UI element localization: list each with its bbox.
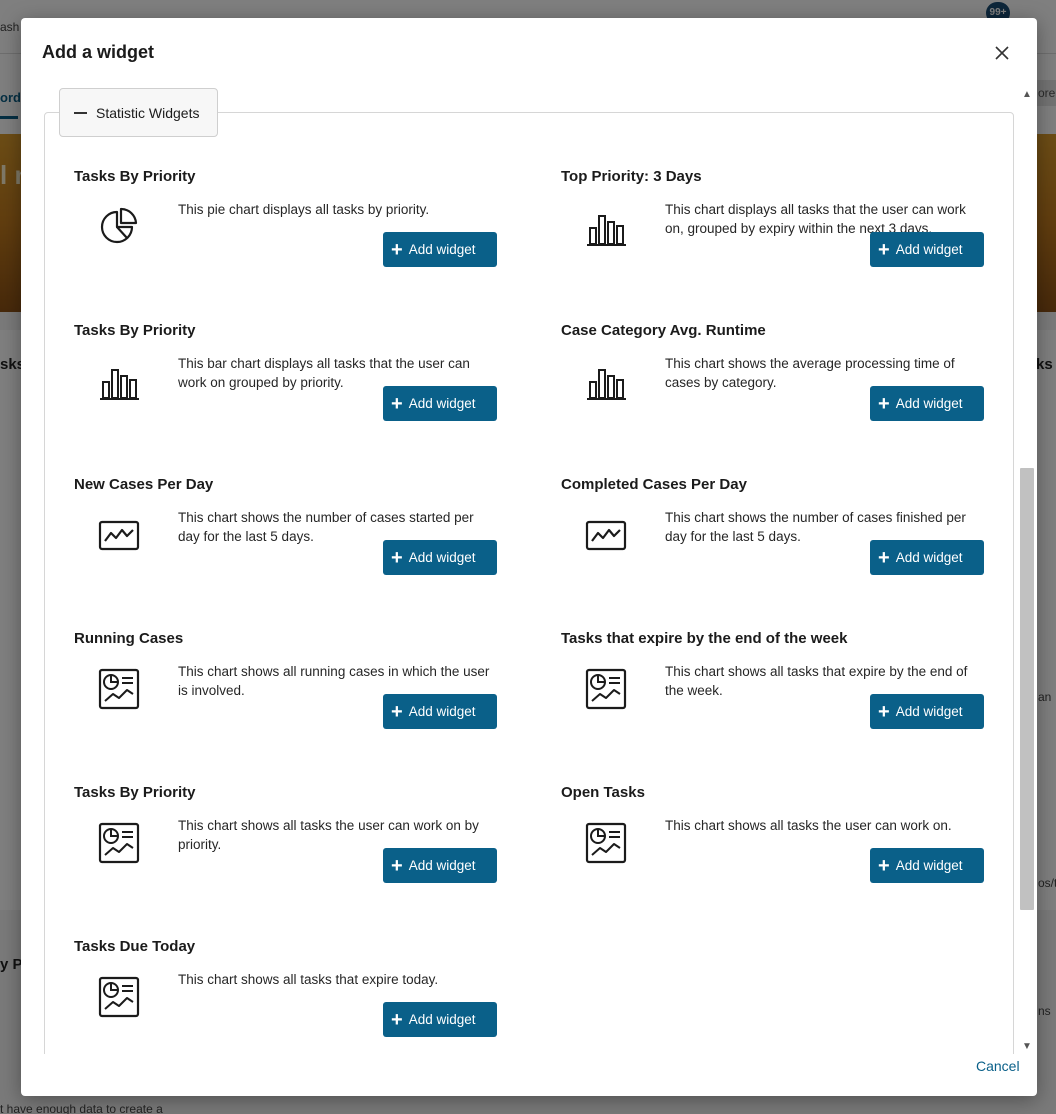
add-widget-label: Add widget [408, 550, 476, 565]
add-widget-label: Add widget [895, 242, 963, 257]
add-widget-button[interactable]: + Add widget [870, 848, 984, 883]
widget-title: New Cases Per Day [74, 476, 214, 493]
widget-title: Tasks By Priority [74, 322, 196, 339]
plus-icon: + [391, 238, 403, 261]
widget-card: Open Tasks This chart shows all tasks the… [561, 784, 986, 904]
add-widget-label: Add widget [895, 550, 963, 565]
report-chart-icon [98, 822, 140, 864]
close-icon [995, 46, 1009, 60]
widget-card: Tasks By Priority This bar chart displays… [74, 322, 499, 442]
plus-icon: + [391, 700, 403, 723]
widget-title: Tasks By Priority [74, 168, 196, 185]
widget-card: Completed Cases Per Day This chart shows … [561, 476, 986, 596]
add-widget-label: Add widget [408, 396, 476, 411]
widget-title: Completed Cases Per Day [561, 476, 747, 493]
widget-title: Running Cases [74, 630, 184, 647]
scrollbar[interactable]: ▲ ▼ [1020, 88, 1034, 1056]
add-widget-label: Add widget [895, 704, 963, 719]
cancel-link[interactable]: Cancel [976, 1058, 1020, 1074]
plus-icon: + [878, 546, 890, 569]
widget-card: Running Cases This chart shows all runnin… [74, 630, 499, 750]
plus-icon: + [878, 238, 890, 261]
add-widget-button[interactable]: + Add widget [383, 1002, 497, 1037]
widget-card: Tasks By Priority This pie chart displays… [74, 168, 499, 288]
report-chart-icon [98, 668, 140, 710]
report-chart-icon [585, 668, 627, 710]
add-widget-button[interactable]: + Add widget [870, 386, 984, 421]
section-label: Statistic Widgets [96, 104, 200, 121]
widget-list-scroll-area[interactable]: Statistic Widgets Tasks By Priority This … [44, 88, 1014, 1054]
add-widget-button[interactable]: + Add widget [383, 386, 497, 421]
widget-description: This chart shows all tasks that expire t… [178, 972, 439, 987]
plus-icon: + [391, 1008, 403, 1031]
widget-card: Case Category Avg. Runtime This chart sho… [561, 322, 986, 442]
scrollbar-thumb[interactable] [1020, 468, 1034, 910]
add-widget-button[interactable]: + Add widget [383, 540, 497, 575]
widget-description: This chart shows all tasks the user can … [665, 818, 952, 833]
plus-icon: + [878, 854, 890, 877]
add-widget-button[interactable]: + Add widget [870, 540, 984, 575]
add-widget-button[interactable]: + Add widget [870, 694, 984, 729]
plus-icon: + [391, 546, 403, 569]
report-chart-icon [585, 822, 627, 864]
widget-title: Open Tasks [561, 784, 645, 801]
widget-card: Tasks that expire by the end of the week… [561, 630, 986, 750]
report-chart-icon [98, 976, 140, 1018]
add-widget-button[interactable]: + Add widget [383, 694, 497, 729]
widget-title: Tasks Due Today [74, 938, 196, 955]
add-widget-button[interactable]: + Add widget [870, 232, 984, 267]
dialog-title: Add a widget [42, 42, 154, 62]
widget-title: Tasks that expire by the end of the week [561, 630, 848, 647]
line-chart-icon [98, 514, 140, 556]
add-widget-button[interactable]: + Add widget [383, 848, 497, 883]
bar-chart-icon [98, 360, 140, 402]
add-widget-label: Add widget [408, 242, 476, 257]
add-widget-dialog: Add a widget Statistic Widgets Tasks By … [21, 18, 1037, 1096]
widget-card: Top Priority: 3 Days This chart displays … [561, 168, 986, 288]
pie-chart-icon [98, 206, 140, 248]
add-widget-label: Add widget [895, 396, 963, 411]
add-widget-button[interactable]: + Add widget [383, 232, 497, 267]
bar-chart-icon [585, 360, 627, 402]
plus-icon: + [878, 700, 890, 723]
widget-description: This pie chart displays all tasks by pri… [178, 202, 430, 217]
widget-card: New Cases Per Day This chart shows the nu… [74, 476, 499, 596]
line-chart-icon [585, 514, 627, 556]
statistic-widgets-toggle[interactable]: Statistic Widgets [59, 88, 218, 137]
add-widget-label: Add widget [408, 1012, 476, 1027]
close-button[interactable] [989, 40, 1015, 66]
add-widget-label: Add widget [408, 704, 476, 719]
add-widget-label: Add widget [895, 858, 963, 873]
scroll-up-icon[interactable]: ▲ [1022, 90, 1032, 100]
plus-icon: + [391, 854, 403, 877]
plus-icon: + [391, 392, 403, 415]
add-widget-label: Add widget [408, 858, 476, 873]
scroll-down-icon[interactable]: ▼ [1022, 1042, 1032, 1052]
collapse-icon [74, 111, 87, 114]
widget-card: Tasks Due Today This chart shows all task… [74, 938, 499, 1054]
widget-title: Case Category Avg. Runtime [561, 322, 766, 339]
widget-title: Tasks By Priority [74, 784, 196, 801]
widget-card: Tasks By Priority This chart shows all ta… [74, 784, 499, 904]
plus-icon: + [878, 392, 890, 415]
widget-title: Top Priority: 3 Days [561, 168, 702, 185]
bar-chart-icon [585, 206, 627, 248]
